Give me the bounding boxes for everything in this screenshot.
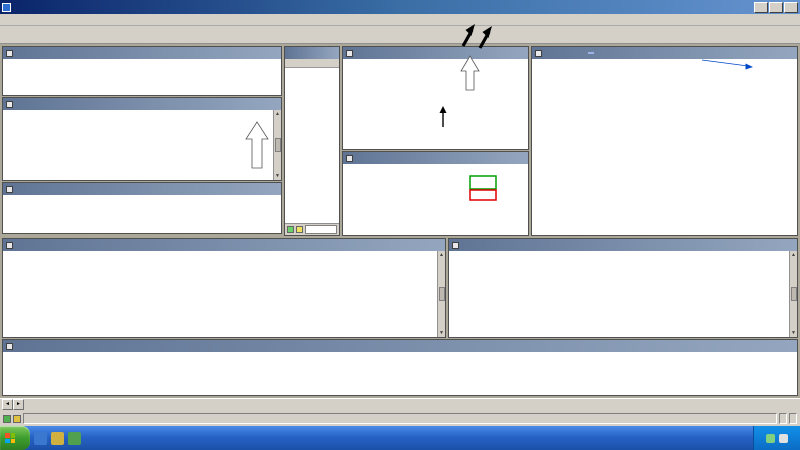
dom-header — [285, 59, 339, 68]
window-quotes — [2, 46, 282, 96]
window-title-bar[interactable] — [343, 47, 528, 59]
window-trades: ▲ ▼ — [448, 238, 798, 338]
window-icon — [6, 342, 13, 350]
status-date — [789, 413, 797, 424]
tray-network-icon[interactable] — [766, 433, 775, 443]
window-icon — [452, 241, 459, 249]
window-icon — [346, 154, 353, 162]
status-bar — [0, 411, 800, 426]
window-chart2 — [342, 46, 529, 150]
window-title-bar[interactable] — [3, 239, 445, 251]
window-title-bar[interactable] — [3, 340, 797, 352]
server-address — [779, 413, 787, 424]
dom-footer — [285, 223, 339, 235]
window-title-bar[interactable] — [3, 183, 281, 195]
sell-indicator-icon[interactable] — [296, 226, 303, 233]
window-chart3 — [531, 46, 798, 236]
close-button[interactable] — [784, 1, 798, 13]
window-limits — [2, 182, 282, 234]
scrollbar[interactable]: ▲ ▼ — [273, 110, 281, 180]
window-icon — [6, 185, 13, 193]
windows-logo-icon — [5, 433, 15, 443]
tabs-scroll-right-icon[interactable]: ► — [13, 399, 24, 410]
window-icon — [6, 49, 13, 57]
data-status-icon — [13, 414, 21, 423]
minimize-button[interactable] — [754, 1, 768, 13]
price-chart[interactable] — [343, 164, 528, 235]
window-title-bar[interactable] — [449, 239, 797, 251]
client-code-field[interactable] — [305, 225, 337, 234]
window-icon — [346, 49, 353, 57]
title-bar[interactable] — [0, 0, 800, 14]
quick-launch-explorer-icon[interactable] — [68, 431, 81, 445]
window-dom — [284, 46, 340, 236]
maximize-button[interactable] — [769, 1, 783, 13]
sheet-tabs-bar: ◄ ► — [0, 398, 800, 411]
quick-launch-quik-icon[interactable] — [51, 431, 64, 445]
quik-application: ▲ ▼ ▲ ▼ ▲ ▼ ◄ ► — [0, 0, 800, 450]
candlestick-chart[interactable] — [343, 59, 528, 149]
window-positions: ▲ ▼ — [2, 97, 282, 181]
system-tray — [753, 426, 800, 450]
window-orders: ▲ ▼ — [2, 238, 446, 338]
os-taskbar — [0, 426, 800, 450]
tabs-scroll-left-icon[interactable]: ◄ — [2, 399, 13, 410]
workspace: ▲ ▼ ▲ ▼ ▲ ▼ — [0, 44, 800, 398]
window-icon — [6, 241, 13, 249]
window-stop-orders — [2, 339, 798, 396]
scrollbar[interactable]: ▲ ▼ — [789, 251, 797, 337]
window-icon — [6, 100, 13, 108]
price-chart[interactable] — [532, 59, 797, 235]
app-icon — [2, 2, 11, 12]
window-title-bar[interactable] — [532, 47, 797, 59]
window-title-bar[interactable] — [285, 47, 339, 59]
window-title-bar[interactable] — [3, 98, 281, 110]
scrollbar[interactable]: ▲ ▼ — [437, 251, 445, 337]
window-icon — [535, 49, 542, 57]
window-chartmid — [342, 151, 529, 236]
menu-bar — [0, 14, 800, 26]
start-button[interactable] — [0, 426, 30, 450]
window-title-bar[interactable] — [3, 47, 281, 59]
tray-volume-icon[interactable] — [779, 433, 788, 443]
buy-indicator-icon[interactable] — [287, 226, 294, 233]
quick-launch-browser-icon[interactable] — [34, 431, 47, 445]
window-title-bar[interactable] — [343, 152, 528, 164]
server-time-text — [23, 413, 777, 424]
toolbar — [0, 26, 800, 44]
connection-status-icon — [3, 414, 11, 423]
